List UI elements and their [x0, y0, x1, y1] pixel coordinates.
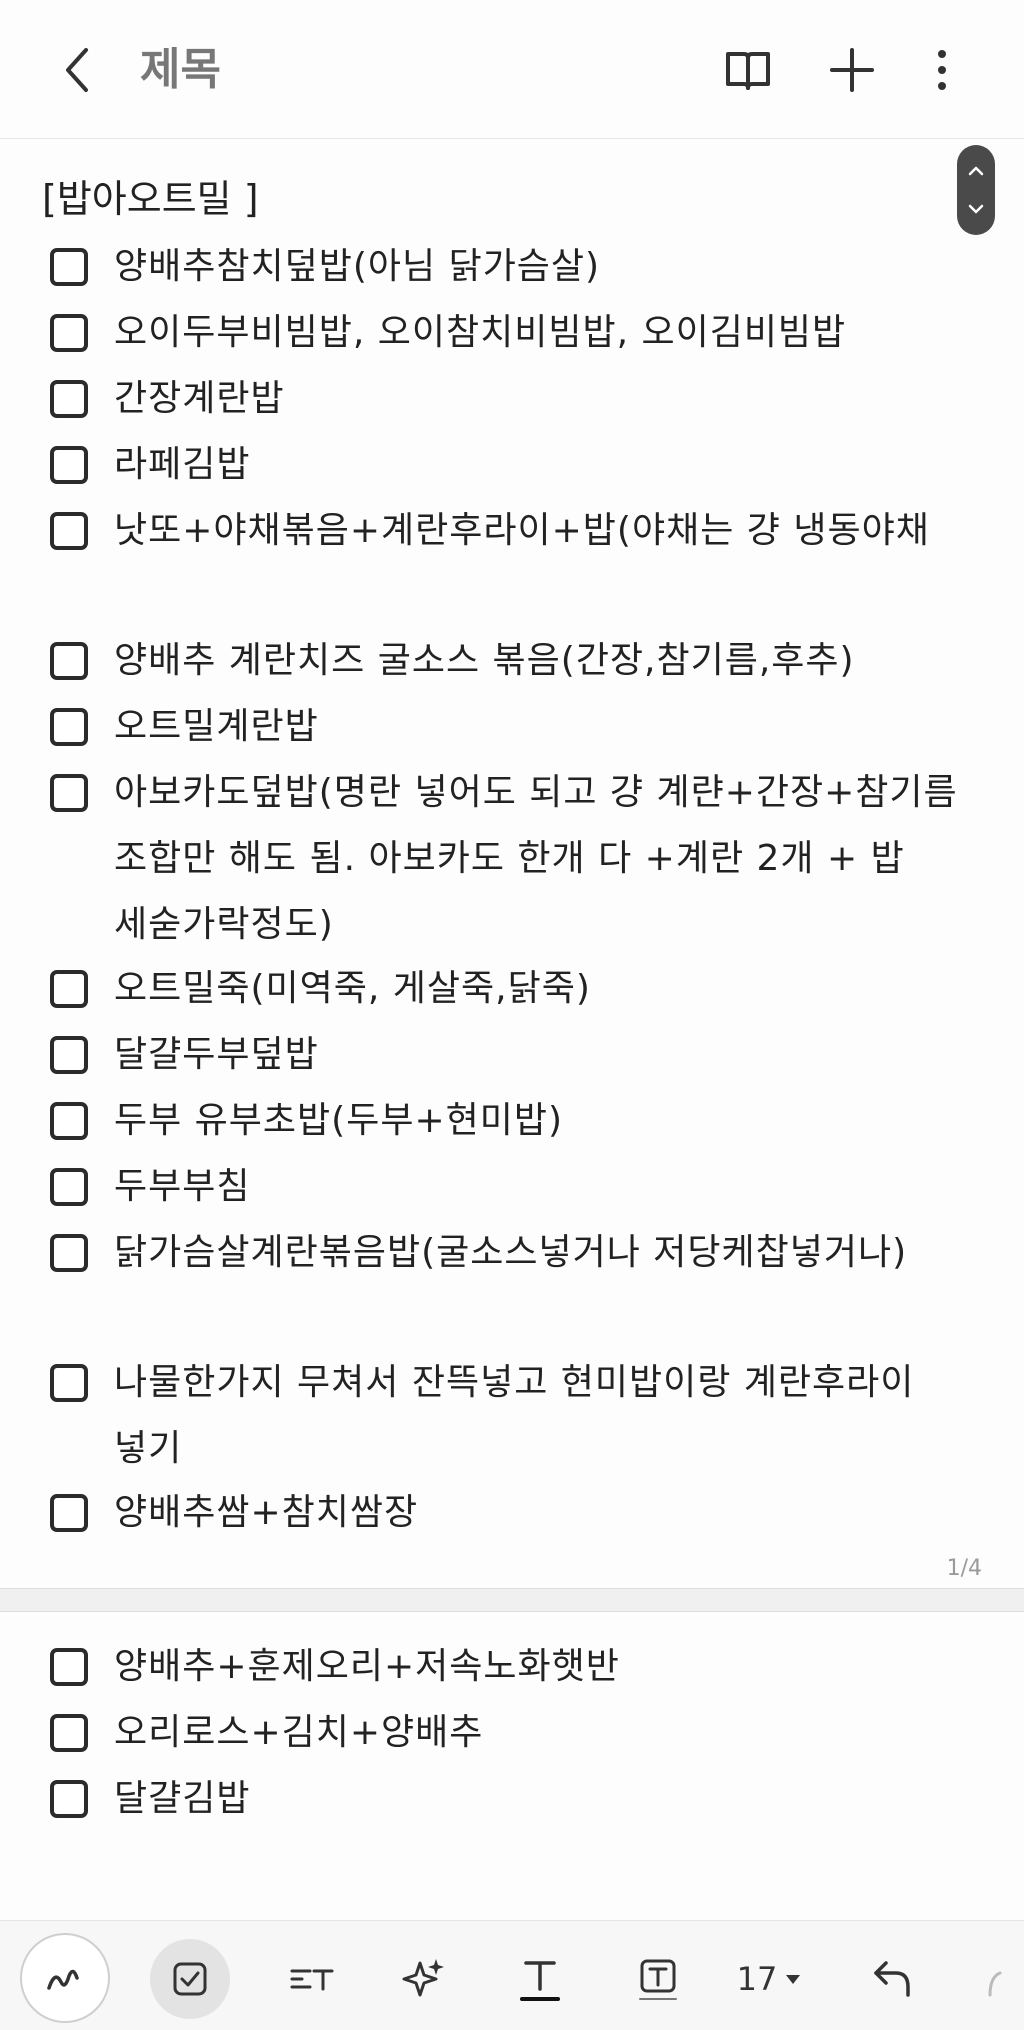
font-size-value: 17: [736, 1960, 778, 1998]
font-size-selector[interactable]: 17: [730, 1939, 810, 2019]
checklist-item-text[interactable]: 라페김밥: [114, 432, 250, 498]
book-open-icon: [726, 52, 770, 90]
checklist-item[interactable]: 양배추+훈제오리+저속노화햇반: [50, 1640, 970, 1700]
checkbox[interactable]: [50, 248, 88, 286]
checklist-item-text[interactable]: 양배추쌈+참치쌈장: [114, 1480, 418, 1546]
text-style-button[interactable]: [272, 1939, 352, 2019]
more-vertical-icon: [938, 50, 946, 90]
checklist-item[interactable]: 오트밀계란밥: [50, 700, 970, 760]
checkbox[interactable]: [50, 970, 88, 1008]
checkbox[interactable]: [50, 512, 88, 550]
add-button[interactable]: [822, 40, 882, 100]
checklist-item-text[interactable]: 아보카도덮밥(명란 넣어도 되고 걍 계랸+간장+참기름 조합만 해도 됨. 아…: [114, 760, 970, 958]
text-box-icon: [639, 1959, 677, 2000]
checklist-item[interactable]: 두부부침: [50, 1160, 970, 1220]
checklist-item[interactable]: 낫또+야채볶음+계란후라이+밥(야채는 걍 냉동야채: [50, 504, 970, 564]
checklist-item-text[interactable]: 나물한가지 무쳐서 잔뜩넣고 현미밥이랑 계란후라이 넣기: [114, 1350, 970, 1482]
checkbox[interactable]: [50, 380, 88, 418]
checklist-item-text[interactable]: 두부부침: [114, 1154, 250, 1220]
checklist-item-text[interactable]: 낫또+야채볶음+계란후라이+밥(야채는 걍 냉동야채: [114, 498, 930, 564]
reading-mode-button[interactable]: [718, 40, 778, 100]
checklist-item[interactable]: 두부 유부초밥(두부+현미밥): [50, 1094, 970, 1154]
checkbox[interactable]: [50, 1102, 88, 1140]
checkbox[interactable]: [50, 446, 88, 484]
checkbox[interactable]: [50, 1364, 88, 1402]
checklist-item[interactable]: 오트밀죽(미역죽, 게살죽,닭죽): [50, 962, 970, 1022]
undo-button[interactable]: [852, 1939, 932, 2019]
checkbox[interactable]: [50, 314, 88, 352]
checkbox-icon: [173, 1962, 207, 1996]
checklist-item[interactable]: 닭가슴살계란볶음밥(굴소스넣거나 저당케찹넣거나): [50, 1226, 970, 1286]
checklist-item-text[interactable]: 양배추 계란치즈 굴소스 볶음(간장,참기름,후추): [114, 628, 855, 694]
chevron-up-icon[interactable]: [966, 161, 986, 181]
checklist-item-text[interactable]: 오이두부비빔밥, 오이참치비빔밥, 오이김비빔밥: [114, 300, 846, 366]
checklist-item-text[interactable]: 닭가슴살계란볶음밥(굴소스넣거나 저당케찹넣거나): [114, 1220, 907, 1286]
checkbox[interactable]: [50, 1714, 88, 1752]
checklist-item-text[interactable]: 달걀김밥: [114, 1766, 250, 1832]
checkbox[interactable]: [50, 708, 88, 746]
checklist-item[interactable]: 양배추참치덮밥(아님 닭가슴살): [50, 240, 970, 300]
checklist-item[interactable]: 오리로스+김치+양배추: [50, 1706, 970, 1766]
text-box-button[interactable]: [618, 1939, 698, 2019]
checklist-item[interactable]: 양배추 계란치즈 굴소스 볶음(간장,참기름,후추): [50, 634, 970, 694]
text-underline-button[interactable]: [500, 1939, 580, 2019]
plus-icon: [830, 48, 874, 92]
redo-icon: [988, 1971, 1002, 1997]
checklist-item-text[interactable]: 오트밀계란밥: [114, 694, 319, 760]
bottom-toolbar: 17: [0, 1920, 1024, 2030]
app-header: 제목: [0, 0, 1024, 139]
pen-icon: [47, 1969, 79, 1990]
text-underline-icon: [520, 1961, 560, 2001]
checklist-item[interactable]: 라페김밥: [50, 438, 970, 498]
checkbox[interactable]: [50, 1648, 88, 1686]
checklist-item[interactable]: 달걀두부덮밥: [50, 1028, 970, 1088]
page-separator: [0, 1588, 1024, 1612]
checklist-item[interactable]: 오이두부비빔밥, 오이참치비빔밥, 오이김비빔밥: [50, 306, 970, 366]
section-heading[interactable]: [밥아오트밀 ]: [42, 175, 259, 223]
checkbox[interactable]: [50, 642, 88, 680]
checklist-item[interactable]: 간장계란밥: [50, 372, 970, 432]
checkbox[interactable]: [50, 774, 88, 812]
page-scroll-control[interactable]: [957, 145, 995, 235]
checklist-item[interactable]: 달걀김밥: [50, 1772, 970, 1832]
redo-button[interactable]: [960, 1939, 1020, 2019]
checkbox[interactable]: [50, 1168, 88, 1206]
checkbox[interactable]: [50, 1780, 88, 1818]
checklist-item-text[interactable]: 달걀두부덮밥: [114, 1022, 319, 1088]
checklist-item-text[interactable]: 양배추+훈제오리+저속노화햇반: [114, 1634, 620, 1700]
text-style-icon: [290, 1969, 334, 1991]
more-options-button[interactable]: [912, 40, 972, 100]
checklist-item-text[interactable]: 간장계란밥: [114, 366, 285, 432]
chevron-down-icon[interactable]: [966, 199, 986, 219]
chevron-left-icon: [66, 48, 88, 92]
checklist-item[interactable]: 나물한가지 무쳐서 잔뜩넣고 현미밥이랑 계란후라이 넣기: [50, 1356, 970, 1482]
checkbox[interactable]: [50, 1234, 88, 1272]
caret-down-icon: [786, 1975, 801, 1984]
checkbox[interactable]: [50, 1494, 88, 1532]
checklist-button[interactable]: [150, 1939, 230, 2019]
pen-mode-button[interactable]: [20, 1933, 110, 2023]
page-indicator: 1/4: [946, 1556, 982, 1581]
checklist-item-text[interactable]: 양배추참치덮밥(아님 닭가슴살): [114, 234, 600, 300]
checkbox[interactable]: [50, 1036, 88, 1074]
checklist-item-text[interactable]: 오리로스+김치+양배추: [114, 1700, 483, 1766]
checklist-item-text[interactable]: 두부 유부초밥(두부+현미밥): [114, 1088, 563, 1154]
checklist-item[interactable]: 아보카도덮밥(명란 넣어도 되고 걍 계랸+간장+참기름 조합만 해도 됨. 아…: [50, 766, 970, 958]
back-button[interactable]: [52, 40, 108, 100]
note-title[interactable]: 제목: [140, 40, 221, 100]
checklist-item[interactable]: 양배추쌈+참치쌈장: [50, 1486, 970, 1546]
undo-icon: [874, 1961, 910, 1997]
ai-assist-button[interactable]: [384, 1939, 464, 2019]
checklist-item-text[interactable]: 오트밀죽(미역죽, 게살죽,닭죽): [114, 956, 591, 1022]
sparkle-icon: [402, 1959, 444, 1997]
